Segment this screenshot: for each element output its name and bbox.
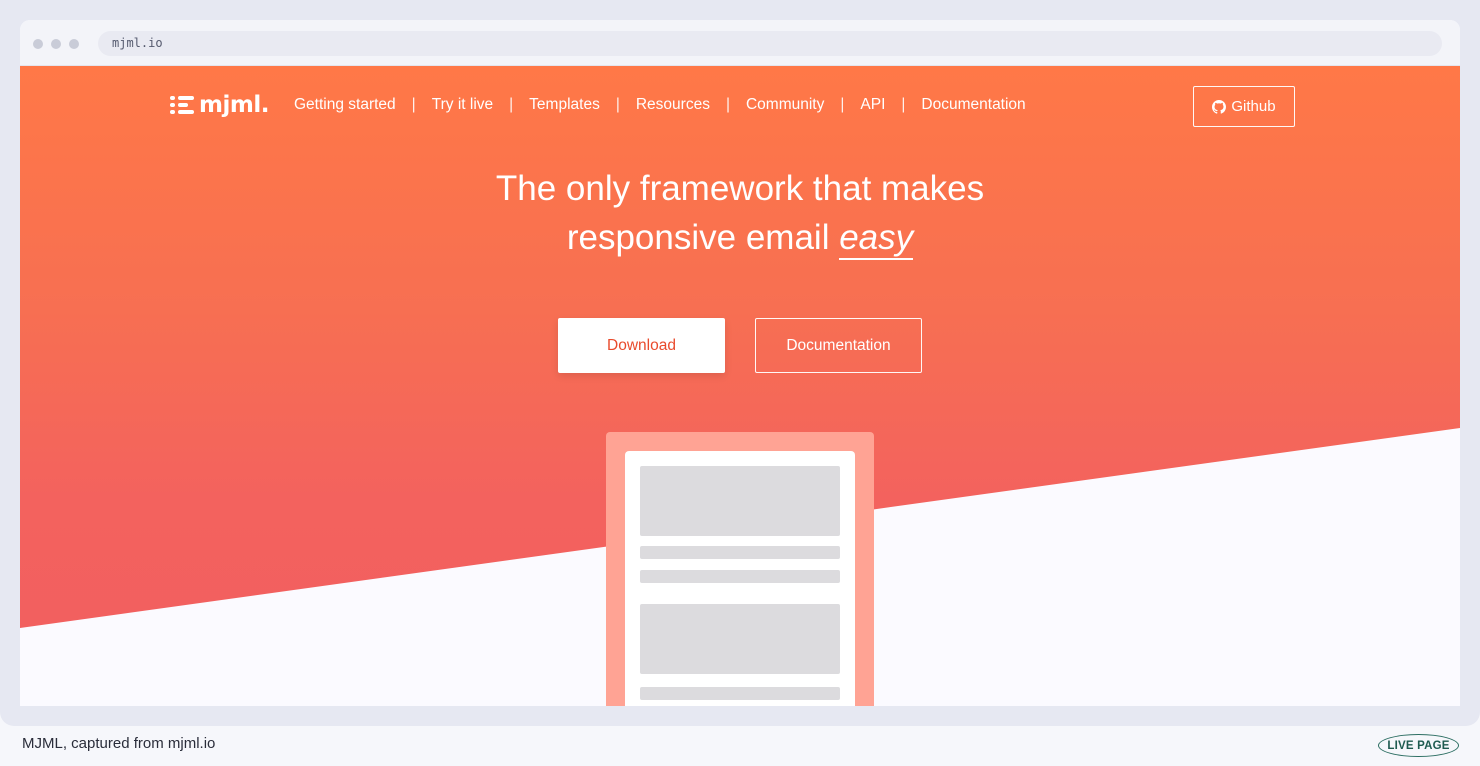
headline-line-1: The only framework that makes [495, 169, 985, 208]
mjml-logo-icon [170, 95, 196, 115]
address-bar[interactable]: mjml.io [98, 31, 1442, 56]
placeholder-image [640, 604, 840, 674]
window-minimize-dot[interactable] [51, 39, 61, 49]
placeholder-line [640, 687, 840, 700]
window-close-dot[interactable] [33, 39, 43, 49]
headline-line-2: responsive email [566, 218, 830, 257]
nav-separator: | [901, 96, 906, 113]
nav-documentation[interactable]: Documentation [921, 96, 1025, 114]
nav-separator: | [615, 96, 620, 113]
nav-separator: | [725, 96, 730, 113]
screenshot-caption: MJML, captured from mjml.io [22, 735, 216, 752]
placeholder-line [640, 570, 840, 583]
device-screen [625, 451, 855, 706]
github-button[interactable]: Github [1193, 86, 1295, 127]
github-label: Github [1231, 98, 1276, 115]
nav-templates[interactable]: Templates [529, 96, 600, 114]
browser-window: mjml.io mjml. Getting started | Try it l… [20, 20, 1460, 706]
nav-separator: | [840, 96, 845, 113]
email-device-illustration [606, 432, 874, 706]
nav-separator: | [509, 96, 514, 113]
headline-emphasis: easy [839, 218, 914, 260]
main-nav: Getting started | Try it live | Template… [294, 94, 1026, 116]
logo-text: mjml. [199, 92, 269, 118]
nav-community[interactable]: Community [746, 96, 824, 114]
nav-resources[interactable]: Resources [636, 96, 710, 114]
browser-chrome: mjml.io [20, 20, 1460, 66]
github-icon [1212, 99, 1227, 114]
hero-headline: The only framework that makes responsive… [390, 164, 1090, 262]
nav-getting-started[interactable]: Getting started [294, 96, 396, 114]
download-button[interactable]: Download [558, 318, 725, 373]
placeholder-line [640, 546, 840, 559]
nav-try-it-live[interactable]: Try it live [432, 96, 493, 114]
mjml-page: mjml. Getting started | Try it live | Te… [20, 66, 1460, 706]
live-page-badge: LIVE PAGE [1378, 734, 1459, 757]
documentation-button[interactable]: Documentation [755, 318, 922, 373]
nav-separator: | [411, 96, 416, 113]
mjml-logo[interactable]: mjml. [170, 90, 270, 120]
window-maximize-dot[interactable] [69, 39, 79, 49]
placeholder-image [640, 466, 840, 536]
nav-api[interactable]: API [860, 96, 885, 114]
